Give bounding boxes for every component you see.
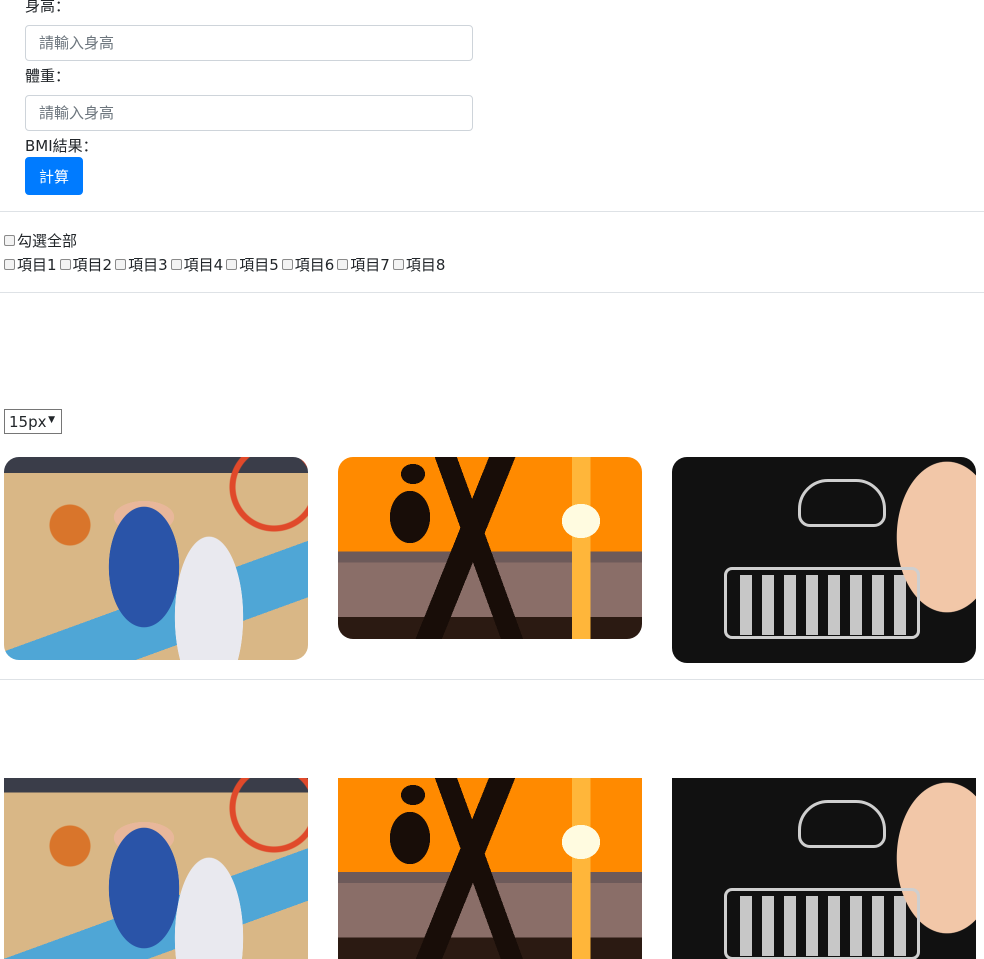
item-label: 項目1 — [17, 256, 57, 274]
chalk-cloud-drawing — [798, 800, 886, 848]
chalk-keyboard-drawing — [724, 888, 920, 959]
item-label: 項目4 — [183, 256, 224, 274]
height-input[interactable] — [25, 25, 473, 61]
item-checkbox-2[interactable] — [59, 258, 71, 270]
item-checkbox-7[interactable] — [337, 258, 349, 270]
dropdown-caret-icon: ▼ — [48, 415, 55, 425]
item-checkbox-1[interactable] — [4, 258, 15, 270]
item-label: 項目8 — [405, 256, 446, 274]
chalk-keyboard-photo-plain — [672, 778, 976, 959]
item-label: 項目5 — [239, 256, 279, 274]
divider — [0, 211, 984, 212]
weight-label: 體重： — [25, 67, 71, 85]
weight-input[interactable] — [25, 95, 473, 131]
select-all-checkbox[interactable] — [4, 234, 15, 246]
item-checkbox-8[interactable] — [392, 258, 404, 270]
item-checkbox-5[interactable] — [226, 258, 238, 270]
divider — [0, 292, 984, 293]
bmi-result-label: BMI結果： — [25, 137, 98, 155]
radius-select[interactable]: 15px ▼ — [4, 409, 62, 434]
divider — [0, 679, 984, 680]
runner-sunset-photo — [338, 457, 642, 639]
chalk-keyboard-photo — [672, 457, 976, 663]
select-all-label: 勾選全部 — [17, 232, 78, 250]
runner-sunset-photo-plain — [338, 778, 642, 959]
chalk-cloud-drawing — [798, 479, 886, 527]
item-label: 項目3 — [128, 256, 168, 274]
item-label: 項目7 — [350, 256, 390, 274]
radius-select-value: 15px — [9, 412, 47, 431]
item-checkbox-3[interactable] — [115, 258, 127, 270]
calculate-button[interactable]: 計算 — [25, 157, 83, 195]
item-checkbox-6[interactable] — [281, 258, 293, 270]
item-label: 項目6 — [294, 256, 335, 274]
item-checkbox-row: 項目1 項目2 項目3 項目4 項目5 項目6 項目7 項目8 — [3, 256, 447, 274]
item-label: 項目2 — [72, 256, 113, 274]
basketball-photo — [4, 457, 308, 660]
chalk-keyboard-drawing — [724, 567, 920, 639]
select-all-row: 勾選全部 — [3, 232, 79, 250]
basketball-photo-plain — [4, 778, 308, 959]
item-checkbox-4[interactable] — [170, 258, 182, 270]
height-label: 身高： — [25, 0, 71, 15]
